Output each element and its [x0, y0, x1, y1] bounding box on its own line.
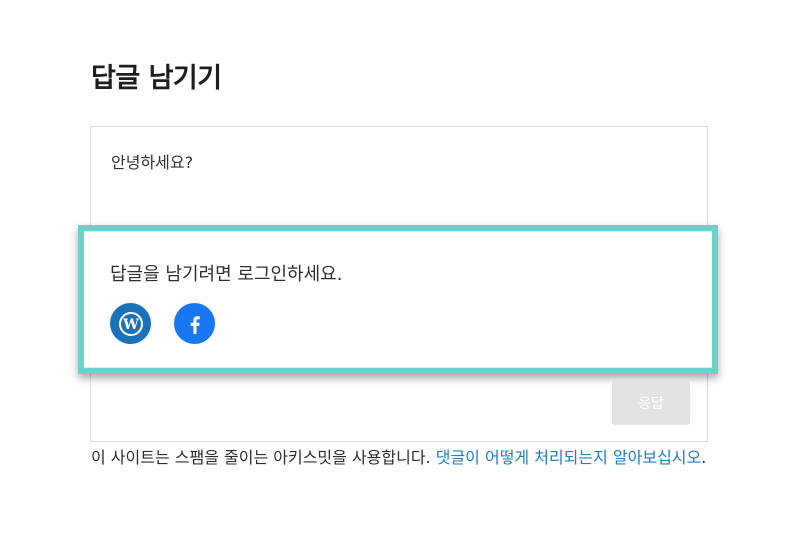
wordpress-icon: W [118, 311, 143, 336]
comment-textarea[interactable]: 안녕하세요? [111, 149, 193, 173]
akismet-notice-suffix: . [701, 448, 707, 467]
reply-button[interactable]: 응답 [612, 381, 690, 425]
facebook-login-button[interactable] [174, 303, 215, 344]
svg-text:W: W [122, 317, 139, 333]
facebook-icon [190, 315, 200, 334]
login-prompt-text: 답글을 남기려면 로그인하세요. [110, 264, 343, 285]
page-title: 답글 남기기 [91, 63, 222, 94]
akismet-notice: 이 사이트는 스팸을 줄이는 아키스밋을 사용합니다. 댓글이 어떻게 처리되는… [91, 444, 711, 471]
wordpress-login-button[interactable]: W [110, 303, 151, 344]
login-panel: 답글을 남기려면 로그인하세요. W [84, 231, 712, 368]
akismet-notice-text: 이 사이트는 스팸을 줄이는 아키스밋을 사용합니다. [91, 448, 436, 467]
comment-processing-link[interactable]: 댓글이 어떻게 처리되는지 알아보십시오 [436, 448, 702, 467]
